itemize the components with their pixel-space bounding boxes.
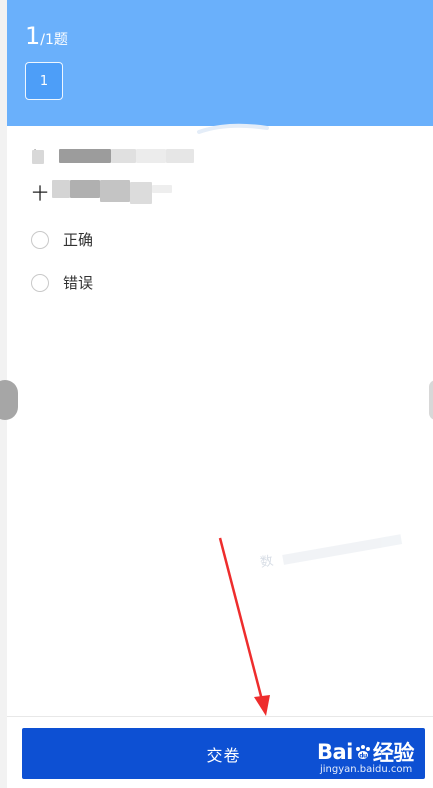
annotation-arrow-icon	[218, 537, 270, 716]
